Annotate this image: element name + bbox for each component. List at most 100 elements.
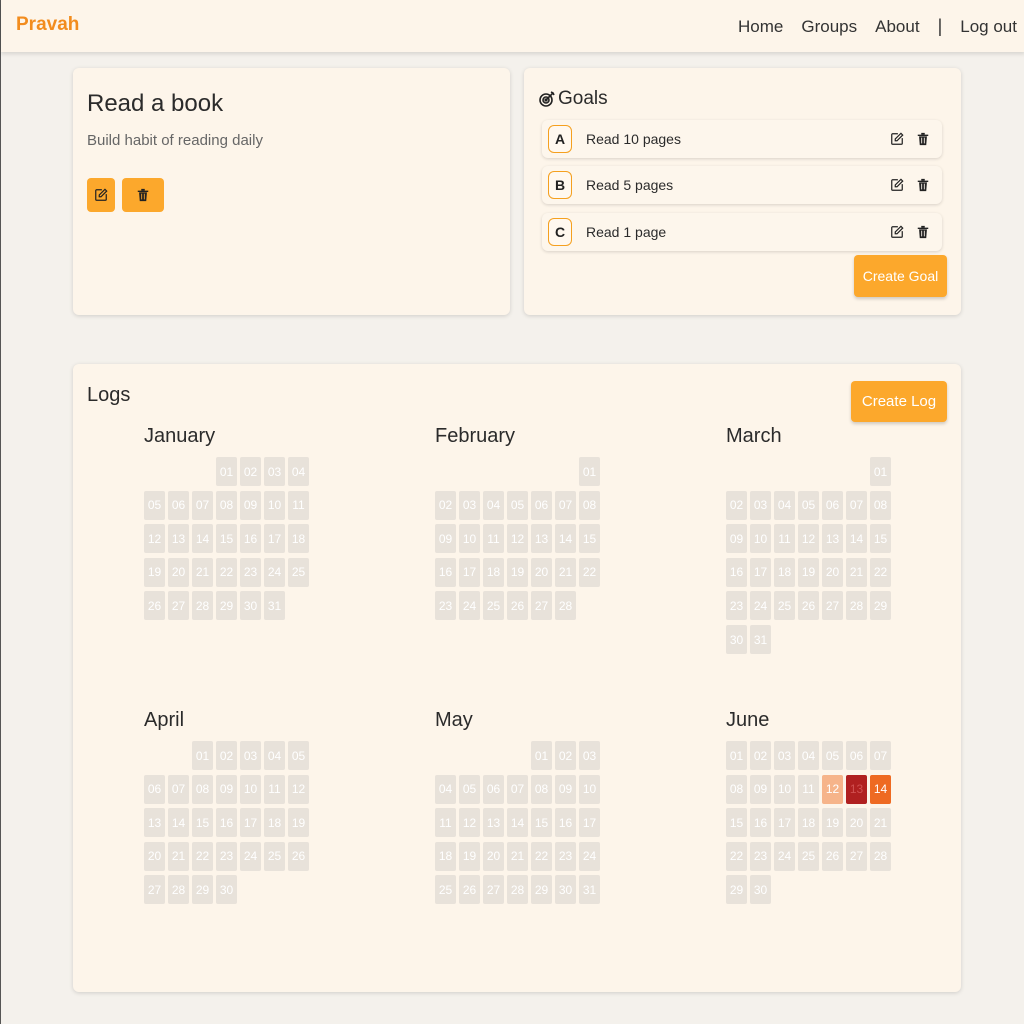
calendar-day[interactable]: 03 xyxy=(774,741,795,770)
calendar-day[interactable]: 10 xyxy=(750,524,771,554)
calendar-day[interactable]: 26 xyxy=(144,591,165,621)
calendar-day[interactable]: 20 xyxy=(846,808,867,838)
calendar-day[interactable]: 20 xyxy=(822,557,843,587)
calendar-day[interactable]: 23 xyxy=(216,841,237,871)
calendar-day[interactable]: 09 xyxy=(216,774,237,804)
calendar-day[interactable]: 07 xyxy=(168,774,189,804)
calendar-day[interactable]: 22 xyxy=(579,557,600,587)
calendar-day[interactable]: 09 xyxy=(750,774,771,804)
calendar-day[interactable]: 26 xyxy=(822,841,843,871)
calendar-day[interactable]: 23 xyxy=(240,557,261,587)
calendar-day[interactable]: 02 xyxy=(216,741,237,770)
calendar-day[interactable]: 07 xyxy=(507,774,528,804)
goal-item[interactable]: C Read 1 page xyxy=(542,213,942,251)
calendar-day[interactable]: 05 xyxy=(144,490,165,520)
calendar-day[interactable]: 28 xyxy=(555,591,576,621)
calendar-day[interactable]: 13 xyxy=(822,524,843,554)
calendar-day[interactable]: 12 xyxy=(288,774,309,804)
calendar-day[interactable]: 04 xyxy=(798,741,819,770)
calendar-day[interactable]: 26 xyxy=(459,875,480,905)
calendar-day[interactable]: 13 xyxy=(168,524,189,554)
calendar-day[interactable]: 21 xyxy=(192,557,213,587)
calendar-day[interactable]: 18 xyxy=(774,557,795,587)
calendar-day[interactable]: 15 xyxy=(216,524,237,554)
calendar-day[interactable]: 28 xyxy=(168,875,189,905)
calendar-day[interactable]: 18 xyxy=(264,808,285,838)
edit-goal-button[interactable] xyxy=(890,225,904,239)
calendar-day[interactable]: 14 xyxy=(846,524,867,554)
calendar-day[interactable]: 07 xyxy=(192,490,213,520)
calendar-day[interactable]: 04 xyxy=(435,774,456,804)
calendar-day[interactable]: 06 xyxy=(483,774,504,804)
calendar-day[interactable]: 09 xyxy=(555,774,576,804)
calendar-day[interactable]: 04 xyxy=(288,457,309,486)
calendar-day[interactable]: 14 xyxy=(507,808,528,838)
calendar-day[interactable]: 09 xyxy=(240,490,261,520)
calendar-day[interactable]: 10 xyxy=(240,774,261,804)
calendar-day[interactable]: 12 xyxy=(144,524,165,554)
calendar-day[interactable]: 29 xyxy=(870,591,891,621)
calendar-day[interactable]: 10 xyxy=(459,524,480,554)
calendar-day[interactable]: 22 xyxy=(870,557,891,587)
calendar-day[interactable]: 21 xyxy=(846,557,867,587)
calendar-day[interactable]: 10 xyxy=(579,774,600,804)
calendar-day[interactable]: 11 xyxy=(798,774,819,804)
calendar-day[interactable]: 08 xyxy=(870,490,891,520)
calendar-day[interactable]: 01 xyxy=(216,457,237,486)
calendar-day[interactable]: 27 xyxy=(822,591,843,621)
calendar-day[interactable]: 17 xyxy=(459,557,480,587)
calendar-day[interactable]: 26 xyxy=(798,591,819,621)
calendar-day[interactable]: 26 xyxy=(507,591,528,621)
calendar-day[interactable]: 28 xyxy=(192,591,213,621)
calendar-day[interactable]: 07 xyxy=(870,741,891,770)
calendar-day[interactable]: 14 xyxy=(870,774,891,804)
calendar-day[interactable]: 22 xyxy=(216,557,237,587)
calendar-day[interactable]: 26 xyxy=(288,841,309,871)
brand-logo[interactable]: Pravah xyxy=(16,14,79,36)
calendar-day[interactable]: 23 xyxy=(750,841,771,871)
calendar-day[interactable]: 19 xyxy=(288,808,309,838)
delete-goal-button[interactable] xyxy=(916,132,930,146)
calendar-day[interactable]: 13 xyxy=(483,808,504,838)
calendar-day[interactable]: 16 xyxy=(750,808,771,838)
calendar-day[interactable]: 29 xyxy=(192,875,213,905)
calendar-day[interactable]: 28 xyxy=(507,875,528,905)
calendar-day[interactable]: 01 xyxy=(531,741,552,770)
calendar-day[interactable]: 31 xyxy=(750,625,771,654)
calendar-day[interactable]: 11 xyxy=(288,490,309,520)
calendar-day[interactable]: 28 xyxy=(870,841,891,871)
calendar-day[interactable]: 23 xyxy=(555,841,576,871)
calendar-day[interactable]: 05 xyxy=(459,774,480,804)
calendar-day[interactable]: 13 xyxy=(531,524,552,554)
calendar-day[interactable]: 09 xyxy=(726,524,747,554)
calendar-day[interactable]: 08 xyxy=(192,774,213,804)
calendar-day[interactable]: 04 xyxy=(264,741,285,770)
calendar-day[interactable]: 20 xyxy=(168,557,189,587)
calendar-day[interactable]: 24 xyxy=(459,591,480,621)
calendar-day[interactable]: 17 xyxy=(774,808,795,838)
calendar-day[interactable]: 17 xyxy=(240,808,261,838)
calendar-day[interactable]: 16 xyxy=(555,808,576,838)
create-log-button[interactable]: Create Log xyxy=(851,381,947,422)
calendar-day[interactable]: 03 xyxy=(750,490,771,520)
calendar-day[interactable]: 16 xyxy=(216,808,237,838)
calendar-day[interactable]: 12 xyxy=(822,774,843,804)
calendar-day[interactable]: 10 xyxy=(774,774,795,804)
calendar-day[interactable]: 30 xyxy=(750,875,771,905)
calendar-day[interactable]: 30 xyxy=(216,875,237,905)
calendar-day[interactable]: 21 xyxy=(507,841,528,871)
calendar-day[interactable]: 19 xyxy=(507,557,528,587)
calendar-day[interactable]: 03 xyxy=(240,741,261,770)
calendar-day[interactable]: 11 xyxy=(435,808,456,838)
calendar-day[interactable]: 29 xyxy=(726,875,747,905)
calendar-day[interactable]: 24 xyxy=(579,841,600,871)
calendar-day[interactable]: 10 xyxy=(264,490,285,520)
calendar-day[interactable]: 20 xyxy=(531,557,552,587)
calendar-day[interactable]: 08 xyxy=(531,774,552,804)
calendar-day[interactable]: 19 xyxy=(144,557,165,587)
delete-goal-button[interactable] xyxy=(916,178,930,192)
calendar-day[interactable]: 17 xyxy=(264,524,285,554)
calendar-day[interactable]: 03 xyxy=(579,741,600,770)
calendar-day[interactable]: 24 xyxy=(264,557,285,587)
calendar-day[interactable]: 09 xyxy=(435,524,456,554)
